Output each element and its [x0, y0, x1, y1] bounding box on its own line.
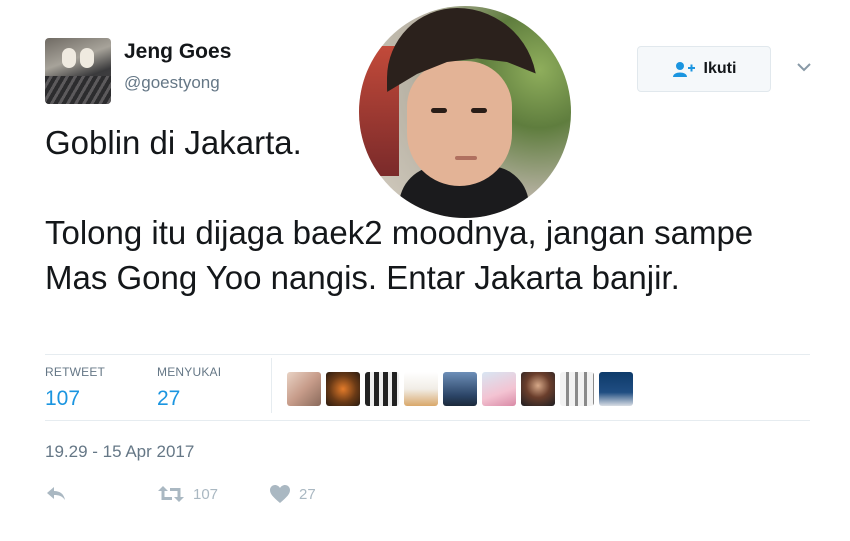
reply-icon: [47, 487, 65, 500]
photo-eye: [431, 108, 447, 113]
divider: [45, 354, 810, 355]
liker-avatar[interactable]: [560, 372, 594, 406]
follow-button[interactable]: Ikuti: [637, 46, 771, 92]
tweet-text: Goblin di Jakarta. Tolong itu dijaga bae…: [45, 120, 805, 300]
liker-avatar[interactable]: [287, 372, 321, 406]
profile-avatar[interactable]: [45, 38, 111, 104]
retweet-icon: [158, 486, 184, 502]
likes-stat-label: MENYUKAI: [157, 365, 222, 379]
divider: [45, 420, 810, 421]
stats-separator: [271, 358, 272, 413]
follow-user-icon: [672, 62, 695, 77]
like-button[interactable]: 27: [269, 484, 316, 504]
retweet-stat-count: 107: [45, 387, 81, 410]
liker-avatar[interactable]: [482, 372, 516, 406]
reply-button[interactable]: [45, 485, 157, 503]
retweet-button[interactable]: 107: [157, 484, 269, 504]
tweet-actions: 107 27: [45, 484, 316, 504]
photo-eye: [471, 108, 487, 113]
tweet-timestamp[interactable]: 19.29 - 15 Apr 2017: [45, 442, 194, 462]
tweet-line: Goblin di Jakarta.: [45, 124, 302, 161]
liker-avatar[interactable]: [326, 372, 360, 406]
avatar-shoe: [62, 48, 76, 68]
user-handle[interactable]: @goestyong: [124, 73, 220, 93]
likes-stat-count: 27: [157, 387, 181, 410]
heart-icon: [270, 485, 290, 503]
liker-avatar[interactable]: [599, 372, 633, 406]
liker-avatar[interactable]: [404, 372, 438, 406]
tweet-line: Tolong itu dijaga baek2 moodnya, jangan …: [45, 214, 754, 296]
display-name[interactable]: Jeng Goes: [124, 40, 231, 64]
retweet-stat[interactable]: RETWEET 107: [45, 365, 105, 411]
retweet-stat-label: RETWEET: [45, 365, 106, 379]
retweet-action-count: 107: [193, 485, 219, 503]
liker-avatars: [287, 372, 633, 406]
avatar-cloth: [45, 76, 111, 104]
liker-avatar[interactable]: [443, 372, 477, 406]
liker-avatar[interactable]: [365, 372, 399, 406]
follow-button-label: Ikuti: [703, 60, 737, 77]
like-action-count: 27: [299, 485, 316, 503]
avatar-shoe: [80, 48, 94, 68]
chevron-down-icon[interactable]: [795, 60, 813, 74]
likes-stat[interactable]: MENYUKAI 27: [157, 365, 221, 411]
liker-avatar[interactable]: [521, 372, 555, 406]
